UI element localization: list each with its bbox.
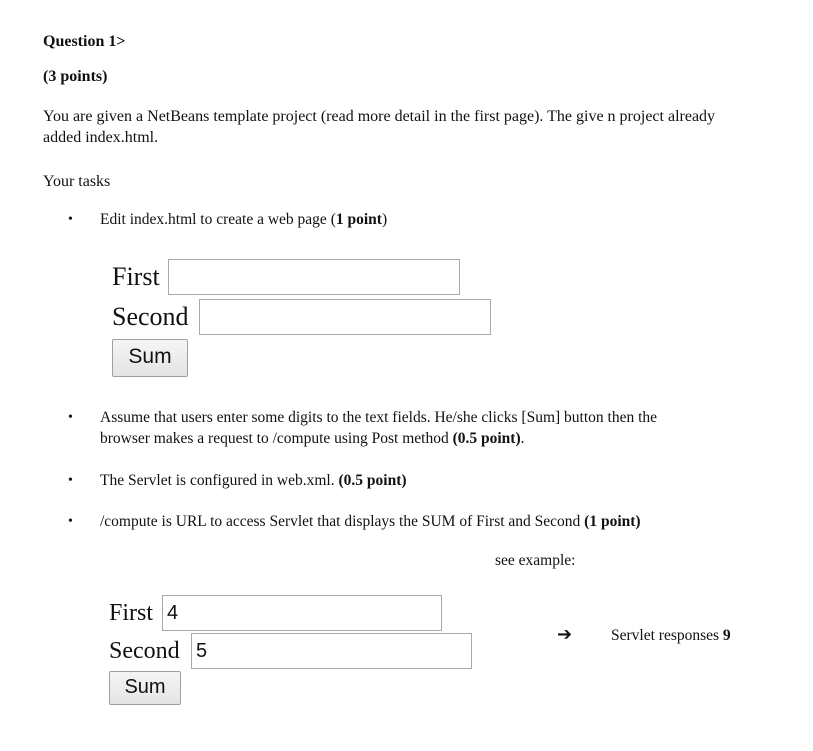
bullet-text: The Servlet is configured in web.xml. (0… [100,472,407,489]
example-caption: see example: [495,552,576,569]
example-sum-button[interactable]: Sum [109,671,181,705]
bullet-item-3: • The Servlet is configured in web.xml. … [68,471,768,491]
form-second-label: Second [112,302,189,331]
form-first-input[interactable] [168,259,460,295]
bullet-text-line-1: Assume that users enter some digits to t… [100,409,658,426]
form-second-input[interactable] [199,299,491,335]
example-first-label: First [109,600,154,626]
bullet-text-line-2: browser makes a request to /compute usin… [100,430,525,447]
bullet-item-4: • /compute is URL to access Servlet that… [68,512,768,532]
example-second-label: Second [109,638,180,664]
bullet-glyph: • [68,212,73,227]
bullet-glyph: • [68,514,73,529]
servlet-response: Servlet responses 9 [611,627,731,644]
question-points: (3 points) [43,68,108,85]
arrow-right-icon: ➔ [557,624,573,645]
tasks-label: Your tasks [43,173,111,190]
bullet-text: /compute is URL to access Servlet that d… [100,513,641,530]
bullet-glyph: • [68,410,73,425]
bullet-glyph: • [68,473,73,488]
form-first-label: First [112,262,160,291]
intro-line-2: added index.html. [43,129,159,146]
bullet-item-1: • Edit index.html to create a web page (… [68,210,768,230]
example-first-input[interactable]: 4 [162,595,442,631]
intro-line-1: You are given a NetBeans template projec… [43,108,716,125]
example-second-input[interactable]: 5 [191,633,472,669]
question-title: Question 1> [43,33,126,50]
form-sum-button[interactable]: Sum [112,339,188,377]
bullet-text: Edit index.html to create a web page (1 … [100,211,388,228]
bullet-item-2: • Assume that users enter some digits to… [68,408,788,450]
